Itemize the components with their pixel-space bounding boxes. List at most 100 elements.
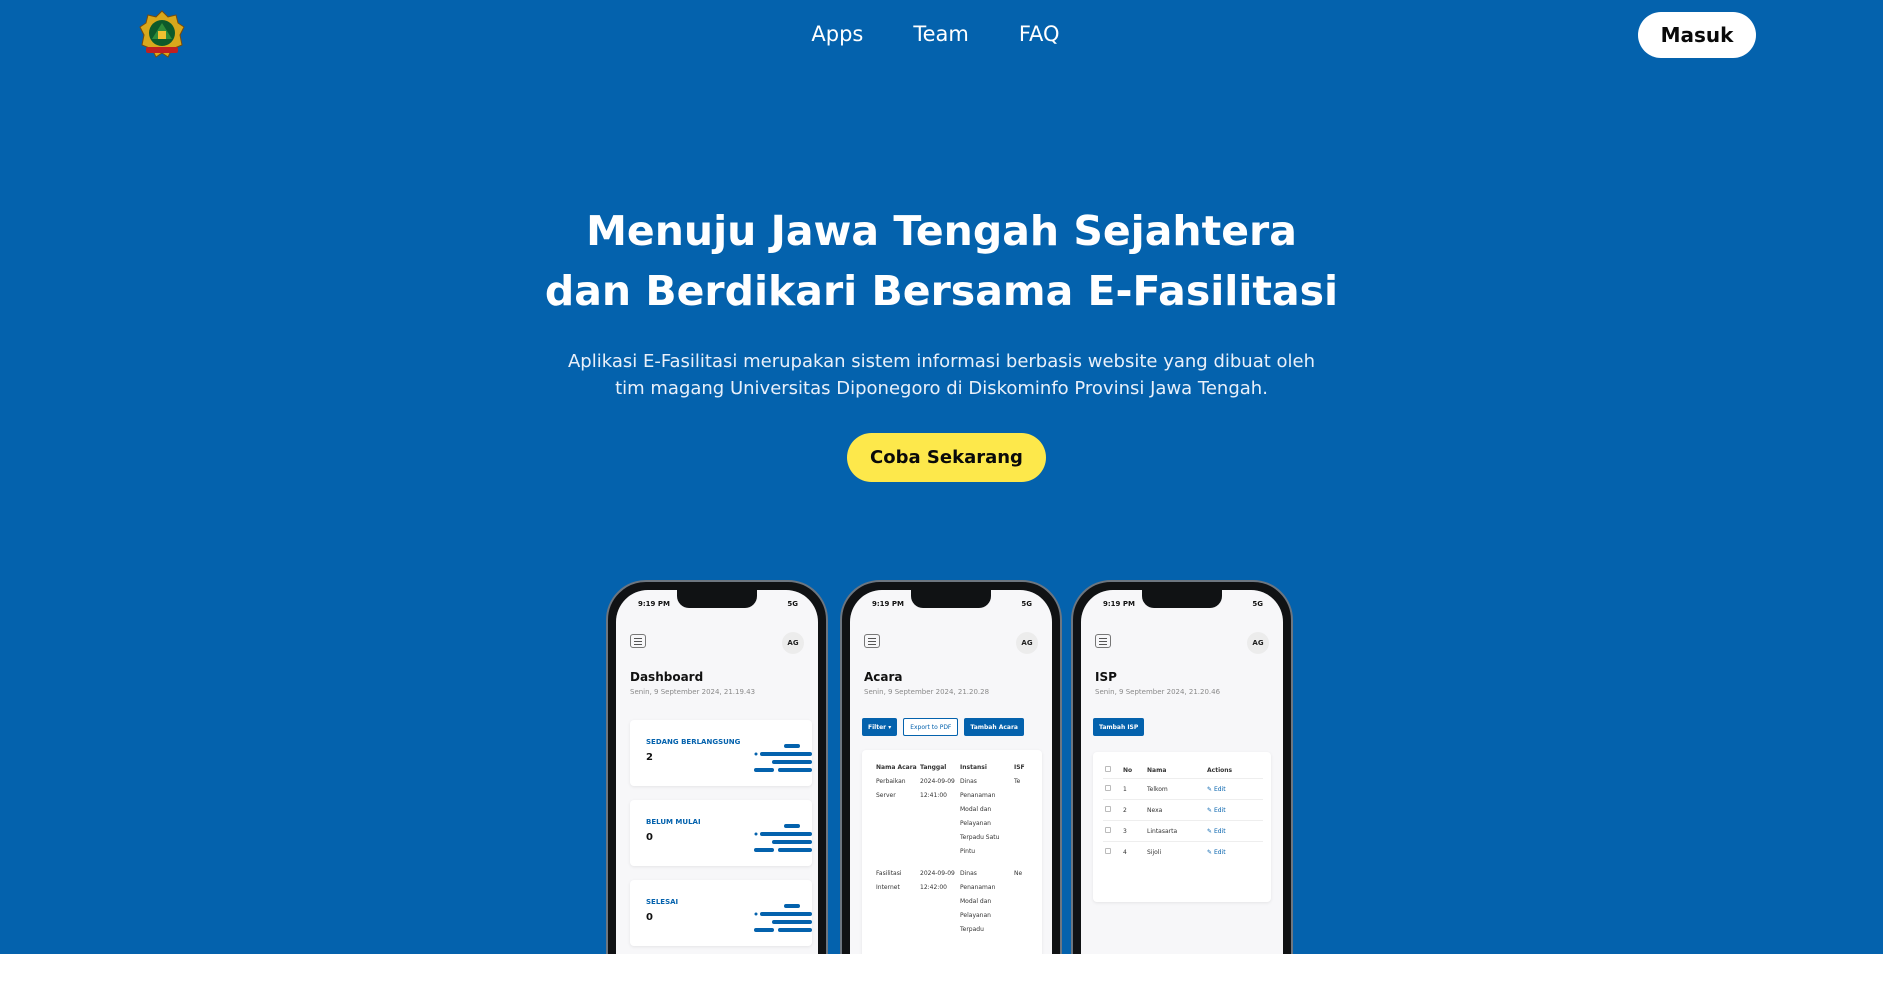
edit-action[interactable]: ✎ Edit <box>1205 778 1263 800</box>
stat-card-not-started: BELUM MULAI 0 <box>630 800 812 866</box>
hero-section: Apps Team FAQ Masuk Menuju Jawa Tengah S… <box>0 0 1883 954</box>
stat-card-ongoing: SEDANG BERLANGSUNG 2 <box>630 720 812 786</box>
screen-title: ISP <box>1095 670 1117 684</box>
table-cell: Telkom <box>1145 778 1205 800</box>
table-cell: 2024-09-09 12:42:00 <box>920 870 955 891</box>
table-cell: Nexa <box>1145 799 1205 821</box>
phone-screen: 9:19 PM 5G AG ISP Senin, 9 September 202… <box>1081 590 1283 954</box>
phone-screen: 9:19 PM 5G AG Dashboard Senin, 9 Septemb… <box>616 590 818 954</box>
screen-title: Dashboard <box>630 670 704 684</box>
avatar[interactable]: AG <box>782 632 804 654</box>
add-acara-button[interactable]: Tambah Acara <box>964 718 1024 736</box>
isp-table: No Nama Actions 1 Telkom ✎ Edit 2 Nexa ✎… <box>1103 762 1263 862</box>
column-header: Nama <box>1147 766 1167 774</box>
hero-headline-line1: Menuju Jawa Tengah Sejahtera <box>586 207 1297 255</box>
row-checkbox-cell <box>1103 799 1121 821</box>
edit-label: Edit <box>1213 827 1226 835</box>
edit-action[interactable]: ✎ Edit <box>1205 799 1263 821</box>
screen-title: Acara <box>864 670 903 684</box>
avatar[interactable]: AG <box>1016 632 1038 654</box>
screen-date: Senin, 9 September 2024, 21.20.28 <box>864 688 990 696</box>
checkbox-icon[interactable] <box>1105 766 1111 772</box>
table-cell: 1 <box>1121 778 1145 800</box>
hero-headline: Menuju Jawa Tengah Sejahtera dan Berdika… <box>0 201 1883 321</box>
checkbox-icon[interactable] <box>1105 827 1111 833</box>
checkbox-icon[interactable] <box>1105 848 1111 854</box>
phone-mockup-acara: 9:19 PM 5G AG Acara Senin, 9 September 2… <box>840 580 1062 954</box>
table-row[interactable]: 1 Telkom ✎ Edit <box>1103 778 1263 800</box>
hamburger-menu-icon[interactable] <box>864 634 880 648</box>
acara-table-panel: Nama Acara Tanggal Instansi ISF Perbaika… <box>862 750 1042 954</box>
table-cell: Perbaikan Server <box>876 778 906 799</box>
export-pdf-button[interactable]: Export to PDF <box>903 718 959 736</box>
column-header: Actions <box>1207 766 1233 774</box>
hero-description-line2: tim magang Universitas Diponegoro di Dis… <box>615 378 1268 399</box>
stat-card-illustration-icon <box>754 744 812 772</box>
table-cell: Ne <box>1014 870 1023 877</box>
status-time: 9:19 PM <box>872 600 904 608</box>
try-now-button[interactable]: Coba Sekarang <box>847 433 1046 482</box>
column-header: Nama Acara <box>876 764 917 771</box>
row-checkbox-cell <box>1103 778 1121 800</box>
nav-apps-link[interactable]: Apps <box>811 22 863 46</box>
stat-card-label: SELESAI <box>646 898 679 906</box>
acara-table: Nama Acara Tanggal Instansi ISF Perbaika… <box>876 764 1036 945</box>
table-cell: Dinas Penanaman Modal dan Pelayanan Terp… <box>960 870 996 933</box>
edit-action[interactable]: ✎ Edit <box>1205 841 1263 862</box>
table-cell: 4 <box>1121 841 1145 862</box>
table-cell: Fasilitasi Internet <box>876 870 902 891</box>
hero-headline-line2: dan Berdikari Bersama E-Fasilitasi <box>544 267 1339 315</box>
main-nav: Apps Team FAQ <box>0 22 1883 46</box>
stat-card-illustration-icon <box>754 904 812 932</box>
column-header: Instansi <box>960 764 987 771</box>
checkbox-icon[interactable] <box>1105 806 1111 812</box>
add-isp-button[interactable]: Tambah ISP <box>1093 718 1145 736</box>
hamburger-menu-icon[interactable] <box>630 634 646 648</box>
checkbox-icon[interactable] <box>1105 785 1111 791</box>
row-checkbox-cell <box>1103 841 1121 862</box>
hamburger-menu-icon[interactable] <box>1095 634 1111 648</box>
status-time: 9:19 PM <box>1103 600 1135 608</box>
screen-date: Senin, 9 September 2024, 21.20.46 <box>1095 688 1221 696</box>
avatar[interactable]: AG <box>1247 632 1269 654</box>
column-header: No <box>1123 766 1133 774</box>
acara-toolbar: Filter ▾ Export to PDF Tambah Acara <box>862 718 1024 736</box>
edit-label: Edit <box>1213 785 1226 793</box>
filter-button[interactable]: Filter ▾ <box>862 718 898 736</box>
phone-screen: 9:19 PM 5G AG Acara Senin, 9 September 2… <box>850 590 1052 954</box>
table-cell: Te <box>1014 778 1021 785</box>
stat-card-illustration-icon <box>754 824 812 852</box>
stat-card-done: SELESAI 0 <box>630 880 812 946</box>
isp-toolbar: Tambah ISP <box>1093 718 1145 736</box>
phone-mockup-dashboard: 9:19 PM 5G AG Dashboard Senin, 9 Septemb… <box>606 580 828 954</box>
row-checkbox-cell <box>1103 820 1121 842</box>
status-signal: 5G <box>787 600 798 608</box>
table-row[interactable]: 2 Nexa ✎ Edit <box>1103 799 1263 821</box>
table-row[interactable]: Perbaikan Server 2024-09-09 12:41:00 Din… <box>876 775 1036 867</box>
filter-label: Filter <box>868 723 887 731</box>
column-header: ISF <box>1014 764 1025 771</box>
table-cell: Dinas Penanaman Modal dan Pelayanan Terp… <box>960 778 1000 855</box>
status-signal: 5G <box>1021 600 1032 608</box>
table-row[interactable]: Fasilitasi Internet 2024-09-09 12:42:00 … <box>876 867 1036 945</box>
table-row[interactable]: 4 Sijoli ✎ Edit <box>1103 841 1263 862</box>
select-all-checkbox-cell <box>1103 762 1121 779</box>
edit-label: Edit <box>1213 806 1226 814</box>
stat-card-label: BELUM MULAI <box>646 818 701 826</box>
column-header: Tanggal <box>920 764 947 771</box>
table-cell: 2 <box>1121 799 1145 821</box>
hero-description-line1: Aplikasi E-Fasilitasi merupakan sistem i… <box>567 351 1316 372</box>
status-bar: 9:19 PM 5G <box>872 600 1032 608</box>
screen-date: Senin, 9 September 2024, 21.19.43 <box>630 688 756 696</box>
table-cell: 2024-09-09 12:41:00 <box>920 778 955 799</box>
edit-action[interactable]: ✎ Edit <box>1205 820 1263 842</box>
nav-team-link[interactable]: Team <box>913 22 969 46</box>
isp-table-panel: No Nama Actions 1 Telkom ✎ Edit 2 Nexa ✎… <box>1093 752 1271 902</box>
stat-card-value: 0 <box>646 832 653 843</box>
nav-faq-link[interactable]: FAQ <box>1019 22 1060 46</box>
status-time: 9:19 PM <box>638 600 670 608</box>
login-button[interactable]: Masuk <box>1638 12 1756 58</box>
stat-card-label: SEDANG BERLANGSUNG <box>646 738 741 746</box>
table-row[interactable]: 3 Lintasarta ✎ Edit <box>1103 820 1263 842</box>
hero-description: Aplikasi E-Fasilitasi merupakan sistem i… <box>0 348 1883 402</box>
